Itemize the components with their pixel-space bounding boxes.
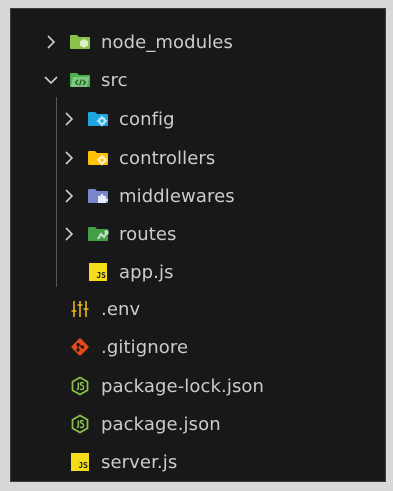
tree-item-label: .gitignore — [101, 336, 189, 358]
tree-item-controllers[interactable]: controllers — [11, 142, 385, 174]
tree-item-package-lock-json[interactable]: package-lock.json — [11, 370, 385, 402]
tree-item-middlewares[interactable]: middlewares — [11, 180, 385, 212]
node-folder-icon — [69, 33, 91, 51]
tree-item-app-js[interactable]: JS app.js — [11, 256, 385, 288]
tree-item-label: server.js — [101, 451, 178, 473]
chevron-right-icon[interactable] — [59, 224, 79, 244]
tree-item-server-js[interactable]: JS server.js — [11, 446, 385, 478]
tree-item-gitignore[interactable]: .gitignore — [11, 331, 385, 363]
tree-item-label: config — [119, 108, 175, 130]
tree-item-src[interactable]: src — [11, 64, 385, 96]
nodejs-file-icon — [69, 414, 91, 434]
tree-item-label: package.json — [101, 413, 221, 435]
chevron-right-icon[interactable] — [59, 109, 79, 129]
middlewares-folder-icon — [87, 187, 109, 205]
env-file-icon — [69, 300, 91, 318]
nodejs-file-icon — [69, 376, 91, 396]
chevron-down-icon[interactable] — [41, 70, 61, 90]
routes-folder-icon — [87, 225, 109, 243]
javascript-file-icon: JS — [69, 453, 91, 471]
tree-item-label: routes — [119, 223, 177, 245]
git-file-icon — [69, 338, 91, 356]
tree-item-label: controllers — [119, 147, 216, 169]
file-explorer: node_modules src config controllers midd… — [10, 8, 386, 482]
tree-item-node-modules[interactable]: node_modules — [11, 26, 385, 58]
tree-item-label: node_modules — [101, 31, 233, 53]
tree-item-label: app.js — [119, 261, 174, 283]
controllers-folder-icon — [87, 149, 109, 167]
tree-item-routes[interactable]: routes — [11, 218, 385, 250]
tree-item-label: .env — [101, 298, 141, 320]
chevron-right-icon[interactable] — [41, 32, 61, 52]
tree-item-package-json[interactable]: package.json — [11, 408, 385, 440]
tree-item-label: src — [101, 69, 128, 91]
js-badge-text: JS — [71, 453, 89, 471]
js-badge-text: JS — [89, 263, 107, 281]
tree-item-label: middlewares — [119, 185, 235, 207]
javascript-file-icon: JS — [87, 263, 109, 281]
chevron-right-icon[interactable] — [59, 186, 79, 206]
chevron-right-icon[interactable] — [59, 148, 79, 168]
tree-item-config[interactable]: config — [11, 103, 385, 135]
src-folder-icon — [69, 71, 91, 89]
config-folder-icon — [87, 110, 109, 128]
tree-item-label: package-lock.json — [101, 375, 265, 397]
tree-item-env[interactable]: .env — [11, 293, 385, 325]
